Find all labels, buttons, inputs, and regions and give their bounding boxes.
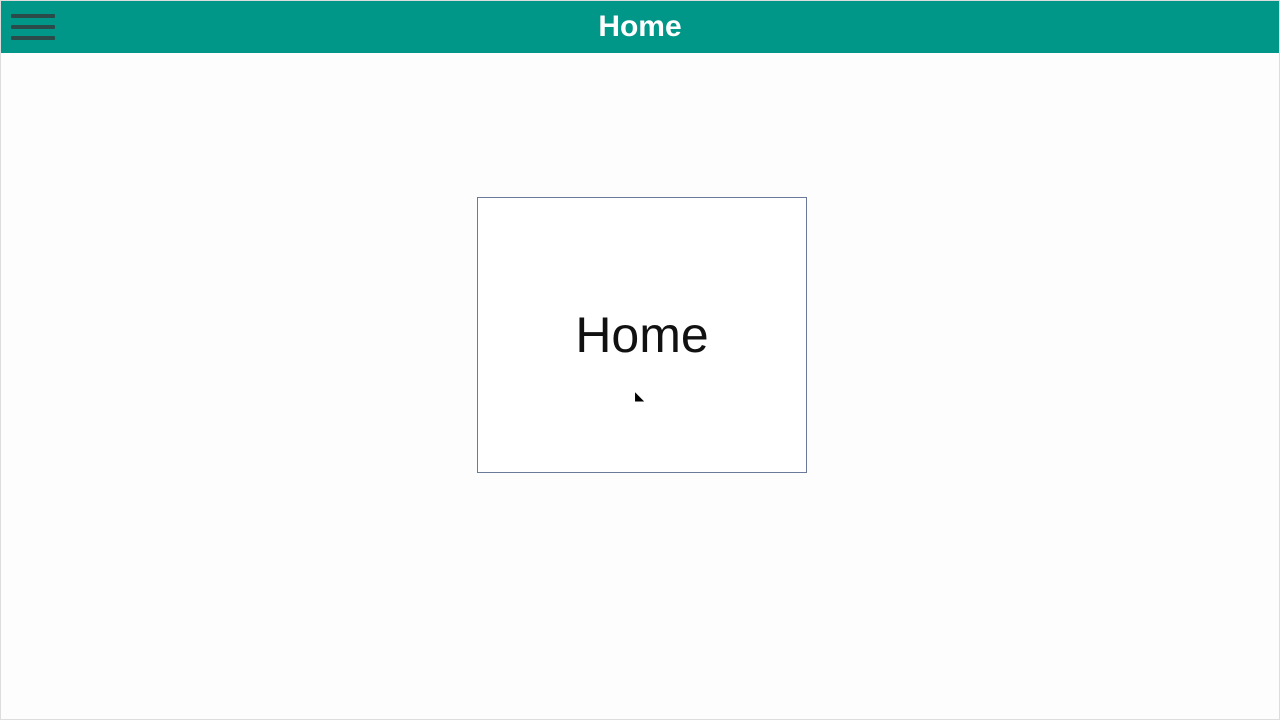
main-content: Home (1, 53, 1279, 473)
hamburger-line (11, 25, 55, 29)
page-title: Home (598, 10, 681, 44)
hamburger-line (11, 36, 55, 40)
hamburger-menu-icon[interactable] (7, 10, 59, 44)
hamburger-line (11, 14, 55, 18)
header-bar: Home (1, 1, 1279, 53)
home-card[interactable]: Home (477, 197, 807, 473)
card-label: Home (575, 306, 708, 364)
